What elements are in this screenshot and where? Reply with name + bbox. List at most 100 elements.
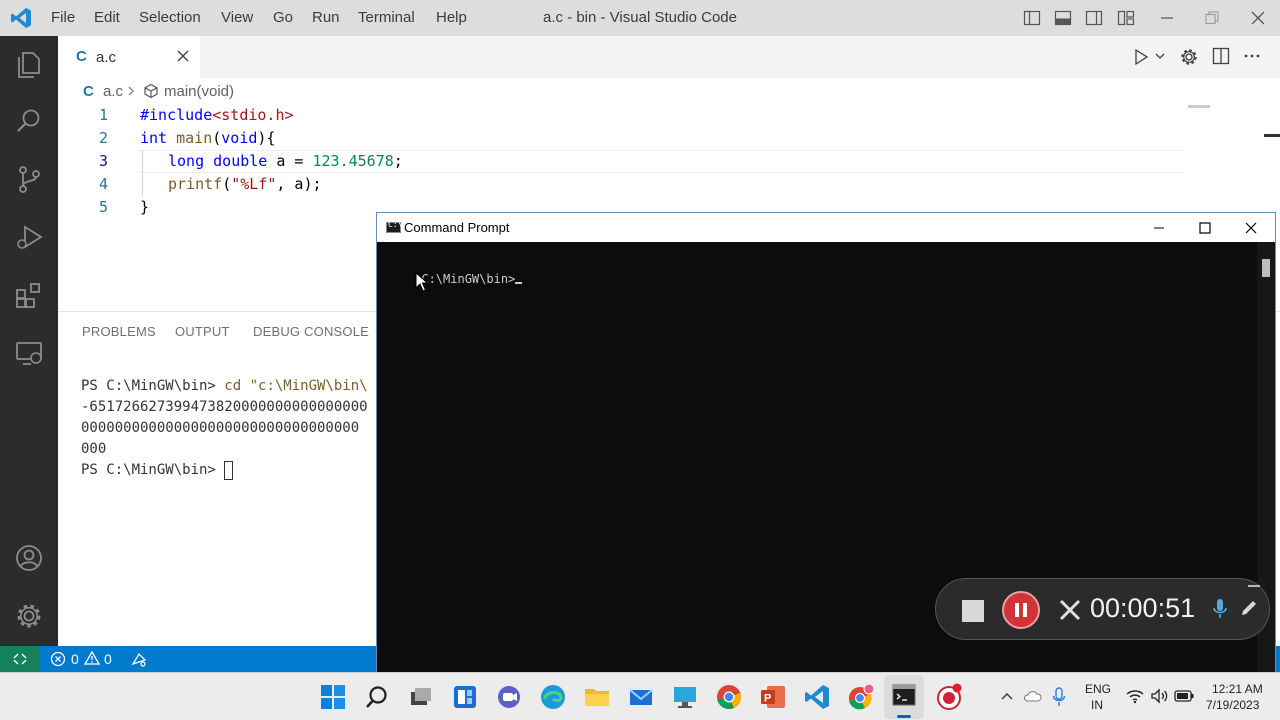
recorder-minimize-icon[interactable] — [1248, 585, 1260, 587]
run-dropdown-chevron-icon[interactable] — [1154, 50, 1166, 62]
toggle-panel-icon[interactable] — [1054, 9, 1072, 27]
tab-label: a.c — [96, 49, 117, 66]
minimize-window-icon[interactable] — [1158, 9, 1176, 27]
breadcrumb-file[interactable]: a.c — [103, 83, 123, 100]
line-number: 5 — [98, 198, 108, 216]
terminal-cursor — [224, 460, 234, 480]
microphone-tray-icon[interactable] — [1052, 687, 1066, 707]
cmd-app-icon: C:\ — [386, 220, 402, 233]
code-line-2: int main(void){ — [140, 127, 275, 150]
cmd-scroll-thumb[interactable] — [1262, 259, 1270, 277]
warning-icon — [84, 650, 100, 665]
activity-bar — [0, 36, 58, 646]
powerpoint-icon[interactable]: P — [759, 683, 787, 711]
tab-debug-console[interactable]: DEBUG CONSOLE — [253, 324, 369, 339]
close-tab-icon[interactable] — [176, 49, 190, 63]
pen-icon[interactable] — [1239, 598, 1259, 618]
screen-recorder-icon[interactable] — [935, 683, 963, 711]
cmd-cursor — [515, 282, 523, 284]
cmd-prompt: C:\MinGW\bin> — [421, 272, 516, 286]
manage-gear-icon[interactable] — [14, 601, 44, 631]
toggle-primary-sidebar-icon[interactable] — [1023, 9, 1041, 27]
menu-selection[interactable]: Selection — [139, 0, 201, 36]
file-explorer-icon[interactable] — [583, 683, 611, 711]
volume-icon[interactable] — [1150, 688, 1168, 704]
tab-problems[interactable]: PROBLEMS — [82, 324, 156, 339]
chrome-icon[interactable] — [715, 683, 743, 711]
line-number: 2 — [98, 129, 108, 147]
language-indicator-bottom[interactable]: IN — [1091, 698, 1103, 712]
vscode-taskbar-icon[interactable] — [803, 683, 831, 711]
split-editor-icon[interactable] — [1212, 47, 1230, 65]
clock-time[interactable]: 12:21 AM — [1212, 682, 1263, 696]
widgets-icon[interactable] — [451, 683, 479, 711]
code-line-4: printf("%Lf", a); — [168, 173, 322, 196]
task-view-icon[interactable] — [407, 683, 435, 711]
code-token: int — [140, 129, 168, 147]
live-share-icon[interactable] — [131, 651, 147, 667]
menu-file[interactable]: File — [51, 0, 75, 36]
battery-icon[interactable] — [1174, 689, 1194, 703]
toggle-secondary-sidebar-icon[interactable] — [1085, 9, 1103, 27]
close-window-icon[interactable] — [1249, 9, 1267, 27]
search-icon[interactable] — [14, 106, 44, 136]
editor-scrollbar[interactable] — [1264, 134, 1280, 137]
remote-explorer-icon[interactable] — [14, 338, 44, 368]
language-indicator-top[interactable]: ENG — [1085, 682, 1111, 696]
terminal-line-2: -651726627399473820000000000000000 — [81, 399, 368, 415]
mail-icon[interactable] — [627, 683, 655, 711]
stop-recording-button[interactable] — [962, 600, 984, 622]
accounts-icon[interactable] — [14, 543, 44, 573]
command-prompt-taskbar-icon[interactable] — [884, 675, 924, 719]
vscode-logo-icon[interactable] — [10, 7, 32, 29]
cmd-maximize-icon[interactable] — [1197, 220, 1213, 236]
tab-output[interactable]: OUTPUT — [175, 324, 230, 339]
terminal-line-4: 000 — [81, 441, 107, 457]
taskbar: P ENG IN 12:21 AM 7/19/2023 — [0, 672, 1280, 720]
explorer-icon[interactable] — [14, 49, 44, 79]
remote-icon — [12, 651, 28, 667]
menu-view[interactable]: View — [221, 0, 253, 36]
code-token: a = — [267, 152, 313, 170]
microphone-icon[interactable] — [1212, 597, 1228, 621]
cmd-title-bar: C:\ Command Prompt — [377, 213, 1275, 242]
windows-start-icon[interactable] — [319, 683, 347, 711]
line-number: 4 — [98, 175, 108, 193]
tab-a-c[interactable]: C a.c — [58, 36, 200, 78]
cancel-recording-icon[interactable] — [1058, 598, 1082, 622]
code-line-1: #include<stdio.h> — [140, 104, 294, 127]
search-icon[interactable] — [363, 683, 391, 711]
extensions-icon[interactable] — [14, 280, 44, 310]
menu-terminal[interactable]: Terminal — [358, 0, 415, 36]
more-actions-icon[interactable] — [1243, 47, 1261, 65]
show-hidden-icons-chevron-icon[interactable] — [1000, 690, 1014, 702]
clock-date[interactable]: 7/19/2023 — [1206, 698, 1259, 712]
menu-edit[interactable]: Edit — [94, 0, 120, 36]
editor-tabs: C a.c — [58, 36, 1280, 78]
restore-window-icon[interactable] — [1203, 9, 1221, 27]
customize-layout-icon[interactable] — [1117, 9, 1135, 27]
edge-browser-icon[interactable] — [539, 683, 567, 711]
settings-gear-icon[interactable] — [1179, 47, 1199, 67]
run-code-icon[interactable] — [1132, 48, 1150, 66]
code-token: ( — [222, 175, 232, 193]
wifi-icon[interactable] — [1126, 688, 1144, 704]
menu-go[interactable]: Go — [273, 0, 293, 36]
terminal-text: PS C:\MinGW\bin> — [81, 462, 225, 478]
chrome-profile-icon[interactable] — [847, 683, 875, 711]
code-token: #include — [140, 106, 213, 124]
cmd-close-icon[interactable] — [1243, 220, 1259, 236]
pause-recording-button[interactable] — [1002, 591, 1040, 629]
run-debug-icon[interactable] — [14, 222, 44, 252]
remote-desktop-icon[interactable] — [671, 683, 699, 711]
code-token: main — [176, 129, 213, 147]
menu-help[interactable]: Help — [436, 0, 467, 36]
error-count: 0 — [71, 651, 79, 667]
menu-run[interactable]: Run — [312, 0, 340, 36]
cmd-minimize-icon[interactable] — [1151, 220, 1167, 236]
remote-indicator[interactable] — [0, 646, 40, 672]
source-control-icon[interactable] — [14, 164, 44, 194]
breadcrumb-symbol[interactable]: main(void) — [164, 83, 234, 100]
teams-chat-icon[interactable] — [495, 683, 523, 711]
onedrive-cloud-icon[interactable] — [1022, 688, 1042, 704]
